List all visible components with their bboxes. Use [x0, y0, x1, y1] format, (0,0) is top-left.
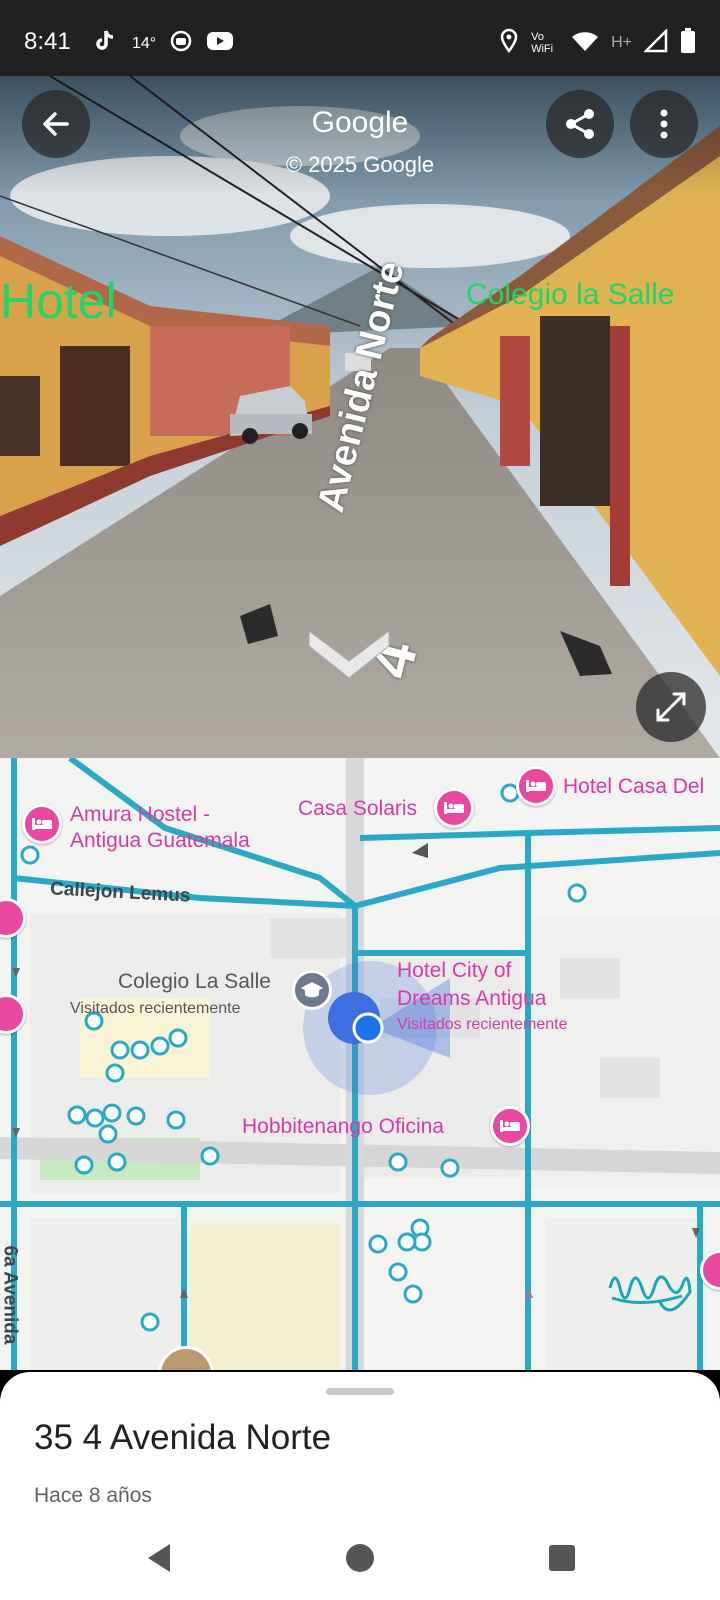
- fullscreen-icon: [656, 692, 686, 722]
- poi-hobbitenango-oficina[interactable]: Hobbitenango Oficina: [242, 1114, 444, 1140]
- more-options-button[interactable]: [630, 90, 698, 158]
- hotel-pin-icon[interactable]: [490, 1106, 530, 1146]
- battery-icon: [680, 28, 696, 57]
- street-view-panorama[interactable]: Google © 2025 Google Hotel Colegio la Sa…: [0, 76, 720, 758]
- move-back-chevron-icon[interactable]: [304, 616, 394, 686]
- map-view[interactable]: Amura Hostel - Antigua Guatemala Casa So…: [0, 758, 720, 1370]
- school-pin-icon[interactable]: [292, 970, 332, 1010]
- hotel-pin-icon[interactable]: [22, 804, 62, 844]
- share-icon: [566, 109, 594, 139]
- street-label-hotel: Hotel: [0, 273, 117, 329]
- camera-icon: [170, 30, 192, 57]
- hotel-pin-icon[interactable]: [516, 766, 556, 806]
- status-bar: 8:41 14° Vo WiFi H+: [0, 0, 720, 76]
- expand-button[interactable]: [636, 672, 706, 742]
- network-type: H+: [611, 33, 632, 51]
- poi-casa-solaris[interactable]: Casa Solaris: [298, 796, 417, 822]
- address-title: 35 4 Avenida Norte: [34, 1418, 332, 1457]
- temperature: 14°: [132, 34, 157, 52]
- poi-colegio-la-salle[interactable]: Colegio La Salle: [118, 970, 271, 994]
- tiktok-icon: [92, 28, 118, 59]
- sheet-drag-handle[interactable]: [326, 1388, 394, 1395]
- street-view-copyright: © 2025 Google: [285, 152, 435, 177]
- poi-amura-hostel[interactable]: Amura Hostel - Antigua Guatemala: [70, 802, 250, 854]
- poi-colegio-sub: Visitados recientemente: [70, 1000, 241, 1017]
- location-icon: [499, 28, 519, 57]
- poi-hotel-city-of-dreams[interactable]: Hotel City of: [397, 958, 511, 984]
- more-vert-icon: [660, 109, 668, 139]
- wifi-icon: [571, 29, 599, 56]
- hotel-pin-icon[interactable]: [434, 788, 474, 828]
- capture-date: Hace 8 años: [34, 1484, 152, 1507]
- poi-hotel-city-sub: Visitados recientemente: [397, 1016, 568, 1033]
- vowifi-icon: Vo WiFi: [531, 30, 554, 55]
- street-label-colegio: Colegio la Salle: [466, 278, 675, 311]
- poi-hotel-casa-del[interactable]: Hotel Casa Del: [563, 774, 704, 800]
- poi-hotel-city-of-dreams-line2[interactable]: Dreams Antigua: [397, 986, 546, 1012]
- youtube-icon: [206, 30, 234, 57]
- nav-recents-icon[interactable]: [548, 1544, 576, 1572]
- system-nav-bar: [0, 1520, 720, 1600]
- nav-home-icon[interactable]: [344, 1542, 376, 1574]
- street-label-6a-avenida: 6a Avenida: [0, 1245, 21, 1345]
- nav-back-icon[interactable]: [144, 1542, 174, 1574]
- status-time: 8:41: [24, 28, 71, 55]
- share-button[interactable]: [546, 90, 614, 158]
- signal-icon: [642, 27, 668, 56]
